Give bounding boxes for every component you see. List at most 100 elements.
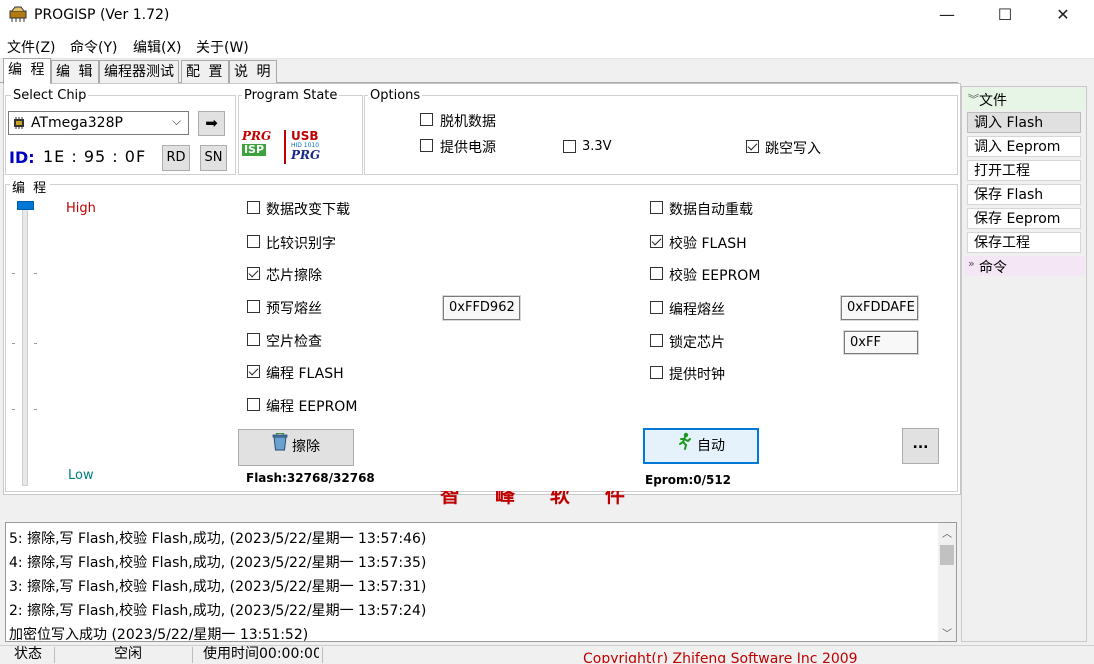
- status-state: 空闲: [114, 646, 142, 662]
- chevrons-down-icon: ︾: [968, 93, 979, 106]
- compare-signature-checkbox[interactable]: [247, 235, 260, 248]
- tab-program[interactable]: 编 程: [3, 58, 52, 84]
- tab-help[interactable]: 说 明: [229, 60, 278, 83]
- more-options-button[interactable]: ...: [902, 428, 939, 464]
- save-flash-item[interactable]: 保存 Flash: [967, 184, 1081, 205]
- close-button[interactable]: ✕: [1034, 0, 1092, 32]
- log-line: 5: 擦除,写 Flash,校验 Flash,成功, (2023/5/22/星期…: [9, 531, 427, 547]
- load-flash-item[interactable]: 调入 Flash: [967, 112, 1081, 133]
- options-label: Options: [368, 88, 423, 103]
- save-eeprom-item[interactable]: 保存 Eeprom: [967, 208, 1081, 229]
- program-fuse-checkbox[interactable]: [650, 301, 663, 314]
- arrow-right-button[interactable]: ➡: [198, 111, 225, 136]
- log-line: 3: 擦除,写 Flash,校验 Flash,成功, (2023/5/22/星期…: [9, 579, 427, 595]
- menu-command[interactable]: 命令(Y): [70, 37, 117, 57]
- slider-thumb[interactable]: [17, 201, 34, 210]
- chip-icon: [12, 117, 26, 133]
- supply-power-checkbox[interactable]: [420, 139, 433, 152]
- flash-size-info: Flash:32768/32768: [246, 471, 375, 485]
- brand-text: 智 峰 软 件: [440, 491, 630, 505]
- verify-eeprom-checkbox[interactable]: [650, 267, 663, 280]
- tab-edit[interactable]: 编 辑: [51, 60, 100, 83]
- scroll-down-icon[interactable]: ﹀: [942, 625, 952, 640]
- maximize-button[interactable]: ☐: [976, 0, 1034, 32]
- window-title: PROGISP (Ver 1.72): [34, 7, 170, 23]
- menu-file[interactable]: 文件(Z): [7, 37, 56, 57]
- slider-track: [22, 202, 28, 486]
- eprom-size-info: Eprom:0/512: [645, 473, 732, 487]
- scroll-thumb[interactable]: [940, 545, 954, 565]
- chip-select[interactable]: ATmega328P ⌵: [8, 111, 189, 135]
- provide-clock-checkbox[interactable]: [650, 366, 663, 379]
- compare-signature-label: 比较识别字: [266, 236, 336, 252]
- open-project-item[interactable]: 打开工程: [967, 160, 1081, 181]
- load-eeprom-item[interactable]: 调入 Eeprom: [967, 136, 1081, 157]
- tab-programmer-test[interactable]: 编程器测试: [99, 60, 179, 83]
- menu-about[interactable]: 关于(W): [196, 37, 249, 57]
- slider-tick: [34, 273, 37, 274]
- lock-chip-checkbox[interactable]: [650, 334, 663, 347]
- offline-data-checkbox[interactable]: [420, 113, 433, 126]
- sn-button[interactable]: SN: [200, 145, 227, 171]
- chevrons-right-icon: »: [968, 257, 975, 270]
- arrow-right-icon: ➡: [205, 114, 218, 132]
- erase-button[interactable]: 擦除: [238, 429, 354, 466]
- auto-button[interactable]: 自动: [643, 428, 759, 464]
- scroll-up-icon[interactable]: ︿: [942, 525, 952, 540]
- chip-erase-checkbox[interactable]: [247, 267, 260, 280]
- verify-flash-checkbox[interactable]: [650, 235, 663, 248]
- save-project-item[interactable]: 保存工程: [967, 232, 1081, 253]
- log-list[interactable]: 5: 擦除,写 Flash,校验 Flash,成功, (2023/5/22/星期…: [5, 522, 957, 642]
- prg-isp-icon: PRG ISP: [242, 130, 276, 156]
- trash-icon: [272, 430, 288, 465]
- blank-check-label: 空片检查: [266, 334, 322, 350]
- menu-edit[interactable]: 编辑(X): [133, 37, 182, 57]
- pre-write-fuse-label: 预写熔丝: [266, 301, 322, 317]
- low-label: Low: [68, 468, 94, 483]
- verify-flash-label: 校验 FLASH: [669, 236, 747, 252]
- program-flash-label: 编程 FLASH: [266, 366, 344, 382]
- program-group-label: 编 程: [10, 177, 51, 196]
- speed-slider[interactable]: [12, 199, 56, 486]
- id-label: ID:: [9, 148, 35, 167]
- pre-write-fuse-checkbox[interactable]: [247, 300, 260, 313]
- program-flash-checkbox[interactable]: [247, 365, 260, 378]
- program-state-label: Program State: [242, 88, 340, 103]
- verify-eeprom-label: 校验 EEPROM: [669, 268, 761, 284]
- slider-tick: [34, 343, 37, 344]
- usb-bottom: PRG: [291, 148, 321, 162]
- program-eeprom-checkbox[interactable]: [247, 398, 260, 411]
- chip-select-value: ATmega328P: [31, 115, 123, 131]
- minimize-button[interactable]: —: [918, 0, 976, 32]
- slider-tick: [12, 343, 15, 344]
- log-scrollbar[interactable]: ︿ ﹀: [938, 523, 956, 641]
- blank-check-checkbox[interactable]: [247, 333, 260, 346]
- fuse-value-field[interactable]: 0xFDDAFE: [841, 296, 918, 320]
- chip-id-value: 1E : 95 : 0F: [43, 147, 147, 166]
- slider-tick: [12, 273, 15, 274]
- log-line: 2: 擦除,写 Flash,校验 Flash,成功, (2023/5/22/星期…: [9, 603, 427, 619]
- program-fuse-label: 编程熔丝: [669, 302, 725, 318]
- usb-prg-icon: USB HID 1010 PRG: [291, 130, 331, 161]
- pre-fuse-value-field[interactable]: 0xFFD962: [443, 296, 520, 320]
- download-on-change-label: 数据改变下载: [266, 202, 350, 218]
- lock-value-field[interactable]: 0xFF: [844, 331, 918, 354]
- running-man-icon: [677, 430, 693, 462]
- rd-button[interactable]: RD: [162, 145, 190, 171]
- log-line: 加密位写入成功 (2023/5/22/星期一 13:51:52): [9, 627, 309, 642]
- command-section-header[interactable]: » 命令: [964, 256, 1085, 276]
- file-section-header[interactable]: ︾ 文件: [964, 88, 1085, 110]
- chevron-down-icon: ⌵: [172, 114, 182, 128]
- status-time: 使用时间00:00:00: [203, 646, 319, 662]
- auto-reload-checkbox[interactable]: [650, 201, 663, 214]
- file-section-title: 文件: [979, 93, 1007, 109]
- tab-config[interactable]: 配 置: [181, 60, 230, 83]
- prg-isp-top: PRG: [242, 129, 272, 143]
- chip-erase-label: 芯片擦除: [266, 268, 322, 284]
- copyright-clip: Copyright(r) Zhifeng Software Inc 2009: [583, 647, 858, 663]
- provide-clock-label: 提供时钟: [669, 367, 725, 383]
- voltage-3v3-checkbox[interactable]: [563, 140, 576, 153]
- download-on-change-checkbox[interactable]: [247, 201, 260, 214]
- copyright-text: Copyright(r) Zhifeng Software Inc 2009: [583, 651, 858, 663]
- skip-blank-write-checkbox[interactable]: [746, 140, 759, 153]
